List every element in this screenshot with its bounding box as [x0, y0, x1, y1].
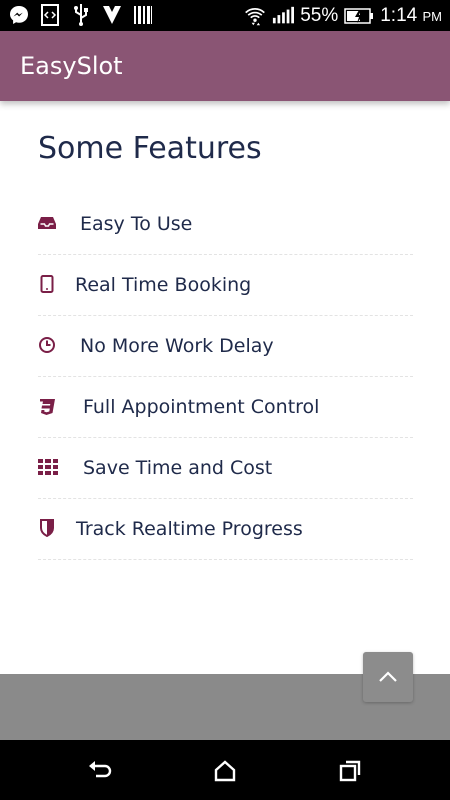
tablet-icon [38, 275, 56, 293]
usb-icon [70, 4, 92, 26]
app-title: EasySlot [20, 52, 123, 80]
battery-percent: 55% [300, 4, 339, 26]
messenger-icon [8, 4, 30, 26]
navigation-bar [0, 740, 450, 800]
back-to-top-button[interactable] [363, 652, 413, 702]
feature-label: Track Realtime Progress [76, 518, 303, 540]
system-status: 55% 1:14 PM [244, 0, 442, 31]
main-content: Some Features Easy To Use Real Time Book… [0, 101, 450, 674]
shield-icon [38, 519, 56, 537]
recents-icon[interactable] [337, 758, 363, 784]
clock-icon [38, 336, 56, 354]
feature-item-track-realtime-progress: Track Realtime Progress [38, 499, 413, 560]
feature-item-easy-to-use: Easy To Use [38, 194, 413, 255]
feature-item-full-appointment-control: Full Appointment Control [38, 377, 413, 438]
back-icon[interactable] [87, 758, 113, 784]
code-icon [39, 4, 61, 26]
css3-icon [38, 397, 56, 415]
clock: 1:14 PM [380, 5, 442, 27]
chevron-up-icon [378, 671, 398, 683]
check-app-icon [101, 4, 123, 26]
feature-item-save-time-and-cost: Save Time and Cost [38, 438, 413, 499]
app-bar: EasySlot [0, 31, 450, 101]
wifi-icon [244, 5, 266, 27]
feature-label: Easy To Use [80, 213, 193, 235]
clock-time: 1:14 [380, 4, 418, 26]
feature-label: No More Work Delay [80, 335, 274, 357]
status-bar: 55% 1:14 PM [0, 0, 450, 31]
feature-label: Full Appointment Control [83, 396, 320, 418]
signal-icon [272, 5, 295, 27]
section-title: Some Features [38, 131, 262, 166]
feature-label: Save Time and Cost [83, 457, 273, 479]
clock-suffix: PM [422, 8, 443, 24]
feature-label: Real Time Booking [75, 274, 252, 296]
barcode-icon [132, 4, 154, 26]
feature-item-real-time-booking: Real Time Booking [38, 255, 413, 316]
home-icon[interactable] [212, 758, 238, 784]
feature-item-no-more-work-delay: No More Work Delay [38, 316, 413, 377]
grid-icon [38, 458, 58, 476]
battery-charging-icon [344, 5, 374, 27]
inbox-icon [38, 214, 56, 232]
feature-list: Easy To Use Real Time Booking No More Wo… [38, 194, 413, 560]
notification-icons [8, 4, 154, 26]
